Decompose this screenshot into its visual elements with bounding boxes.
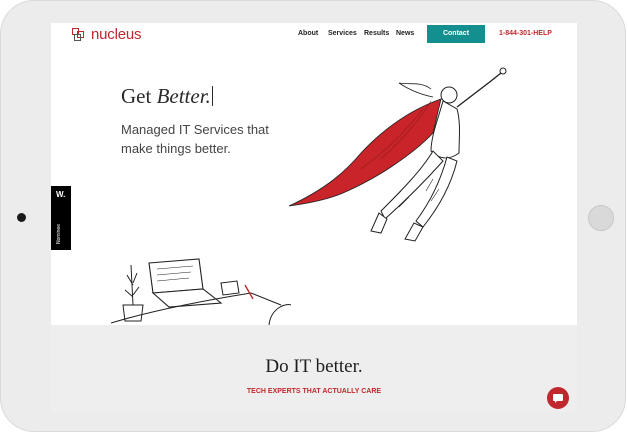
logo[interactable]: nucleus [72,26,142,43]
camera-icon [17,213,26,222]
intro-section: Do IT better. TECH EXPERTS THAT ACTUALLY… [51,325,577,412]
nucleus-logo-icon [72,27,88,42]
section-title: Do IT better. [265,356,363,377]
nav-link-results[interactable]: Results [364,30,389,37]
contact-button[interactable]: Contact [427,25,485,43]
website-screen: nucleus About Services Results News Cont… [51,23,577,412]
home-button[interactable] [588,205,614,231]
desk-illustration [111,258,291,325]
tablet-frame: nucleus About Services Results News Cont… [0,0,626,432]
nav-link-services[interactable]: Services [328,30,357,37]
chat-bubble-icon [553,394,563,403]
hero-subtitle: Managed IT Services that make things bet… [121,122,269,156]
badge-label: Nominee [56,223,62,244]
flying-hero-illustration [288,67,507,242]
phone-link[interactable]: 1-844-301-HELP [499,30,552,37]
nav-link-news[interactable]: News [396,30,414,37]
hero-title: Get Better. [121,84,214,109]
logo-text: nucleus [91,26,142,43]
section-subtitle: TECH EXPERTS THAT ACTUALLY CARE [246,388,382,395]
badge-letter: W. [56,190,66,199]
hero-title-italic: Better. [156,84,211,108]
top-nav: nucleus About Services Results News Cont… [51,23,577,45]
hero-title-plain: Get [121,84,157,108]
nav-link-about[interactable]: About [298,30,318,37]
text-cursor [211,86,214,106]
chat-button[interactable] [547,387,569,409]
awards-badge[interactable]: W. Nominee [51,186,71,250]
